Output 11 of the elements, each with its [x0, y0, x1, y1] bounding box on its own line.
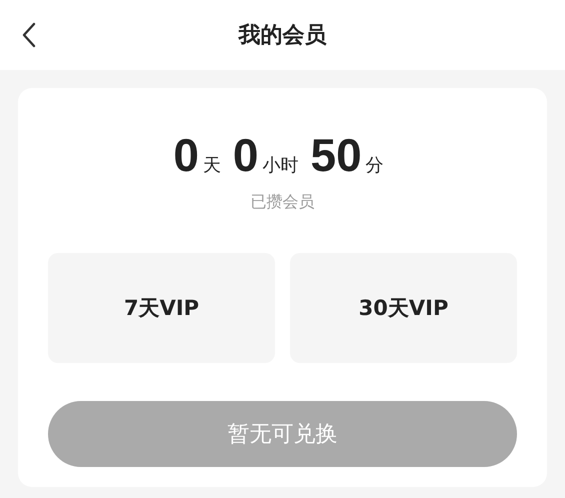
duration-unit: 天 — [202, 154, 221, 177]
duration-unit: 小时 — [262, 154, 298, 177]
duration-value: 50 — [310, 128, 362, 182]
plan-option[interactable]: 7天VIP — [48, 253, 275, 363]
duration-value: 0 — [232, 128, 258, 182]
back-icon[interactable] — [22, 22, 36, 48]
page-title: 我的会员 — [238, 22, 326, 50]
duration-caption: 已攒会员 — [250, 192, 314, 213]
plan-option[interactable]: 30天VIP — [290, 253, 517, 363]
duration-value: 0 — [173, 128, 199, 182]
duration-unit: 分 — [366, 154, 384, 177]
